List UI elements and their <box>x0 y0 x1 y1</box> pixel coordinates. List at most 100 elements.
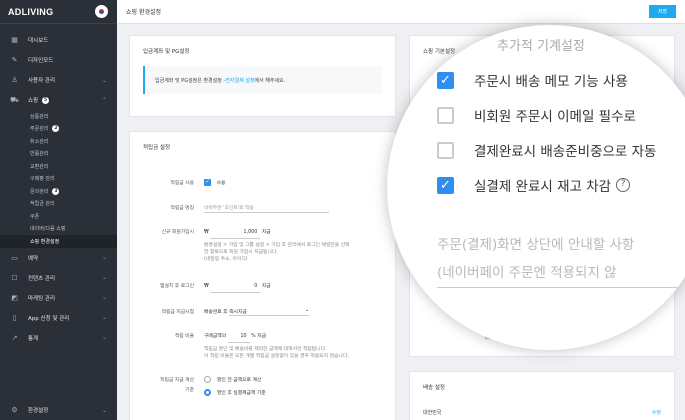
submenu-label: 취소관리 <box>30 138 49 145</box>
select-value: 즉시지급 <box>229 310 247 315</box>
radio-button[interactable] <box>204 376 211 383</box>
help-line: 적립금 할인 및 배송비를 제외한 금액에 대해서만 적립됩니다. <box>204 347 327 352</box>
settings-icon: ⚙ <box>11 406 18 414</box>
sidebar-header: ADLIVING <box>0 0 117 24</box>
sidebar-item-content[interactable]: ☐ 컨텐츠 관리 ⌄ <box>0 268 117 288</box>
checkbox[interactable] <box>437 106 454 124</box>
submenu-item[interactable]: 쇼핑 환경설정 <box>0 235 117 248</box>
field-value: 할인 전 금액으로 계산 할인 후 실결제금액 기준 <box>204 376 266 396</box>
country-label: 대한민국 <box>423 410 442 416</box>
submenu-item[interactable]: 적립금 관리 <box>30 198 117 211</box>
submenu-item[interactable]: 네이버/다음 쇼핑 <box>30 223 117 236</box>
card-title: 입금계좌 및 PG설정 <box>143 49 190 55</box>
sidebar-item-stats[interactable]: ↗ 통계 ⌄ <box>0 328 117 348</box>
card-title: 배송 설정 <box>423 385 445 391</box>
login-points-input[interactable]: 0 <box>210 284 261 293</box>
sidebar-item-label: 예약 <box>28 255 39 262</box>
sidebar-item-dashboard[interactable]: ▦ 대시보드 <box>0 30 117 50</box>
submenu-item[interactable]: 취소관리 <box>30 135 117 148</box>
sidebar-item-user[interactable]: ♙ 사용자 관리 ⌄ <box>0 70 117 90</box>
submenu-label: 교환관리 <box>30 163 49 170</box>
option-delivery-memo[interactable]: ✓ 주문시 배송 메모 기능 사용 <box>437 70 628 90</box>
top-bar: 쇼핑 환경설정 저장 <box>117 0 685 24</box>
help-line: 이 적립 비율은 모든 개별 적립금 설정없이 있을 경우 적용되지 않습니다. <box>204 354 349 359</box>
submenu-label: 적립금 관리 <box>30 201 55 208</box>
sidebar-item-label: 디자인모드 <box>28 58 54 64</box>
points-settings-card: 적립금 설정 적립금 사용 ✓ 사용 적립금 명칭 비워두면 '포인트'로 적용… <box>129 131 396 420</box>
sidebar-item-label: 통계 <box>28 335 39 342</box>
submenu-label: 쿠폰 <box>30 213 40 220</box>
field-value: 구매금액의 10 % 지급 적립금 할인 및 배송비를 제외한 금액에 대해서만… <box>204 332 349 360</box>
submenu-item[interactable]: 상품관리 <box>30 110 117 123</box>
count-badge: 3 <box>52 187 60 195</box>
unit-label: 지급 <box>261 230 271 235</box>
chevron-icon: ⌄ <box>101 76 107 84</box>
timing-select[interactable]: 즉시지급 ⌄ <box>229 308 310 316</box>
checkbox-label: 사용 <box>216 181 226 186</box>
sidebar-menu: ▦ 대시보드 ✎ 디자인모드 ♙ 사용자 관리 ⌄ ⛟ 쇼핑 5 ⌃ <box>0 30 117 110</box>
sidebar-item-cart[interactable]: ⛟ 쇼핑 5 ⌃ <box>0 90 117 110</box>
sidebar-menu-secondary: ▭ 예약 ⌄ ☐ 컨텐츠 관리 ⌄ ◩ 마케팅 관리 ⌄ ▯ App 신청 및 관리 ⌄ ↗ 통계 ⌄ <box>0 248 117 348</box>
brand-logo[interactable]: ADLIVING <box>8 7 53 17</box>
save-button[interactable]: 저장 <box>649 5 676 18</box>
calc-option-before[interactable]: 할인 전 금액으로 계산 <box>204 376 266 383</box>
checkbox-checked[interactable]: ✓ <box>437 176 454 194</box>
sidebar-item-label: 환경설정 <box>28 408 49 414</box>
user-icon: ♙ <box>11 76 18 84</box>
notice-text-end: 에서 해주세요. <box>254 77 286 84</box>
field-label: 신규 회원가입시 <box>161 230 194 235</box>
calc-option-after[interactable]: 할인 후 실결제금액 기준 <box>204 389 266 396</box>
checkbox-checked[interactable]: ✓ <box>437 71 454 89</box>
submenu-label: 반품관리 <box>30 151 49 158</box>
edit-link[interactable]: 수정 <box>652 409 661 416</box>
points-use-checkbox[interactable]: ✓ <box>204 179 211 186</box>
chevron-down-icon: ⌄ <box>305 308 310 313</box>
submenu-item[interactable]: 주문관리 2 <box>30 123 117 136</box>
submenu-item[interactable]: 문의관리 3 <box>30 185 117 198</box>
korea-flag-icon[interactable] <box>95 5 108 18</box>
currency-symbol: ₩ <box>204 230 209 235</box>
field-value: 비워두면 '포인트'로 적용 <box>204 204 329 213</box>
help-line: (네일링 주소, 아이디) <box>204 257 248 262</box>
help-line: 한 항목으로 회원 가입시 지급됩니다. <box>204 250 278 255</box>
signup-help-text: 환경설정 > 가입 및 그룹 설정 > 가입 후 관리에서 로그인 채널만을 선… <box>204 242 350 263</box>
signup-points-input[interactable]: 1,000 <box>210 230 261 239</box>
label-line: 적립금 지급 계산 <box>160 378 194 383</box>
checkbox[interactable] <box>437 141 454 159</box>
option-auto-preparing[interactable]: 결제완료시 배송준비중으로 자동 <box>437 140 656 160</box>
count-badge: 5 <box>42 96 50 104</box>
sidebar-item-app[interactable]: ▯ App 신청 및 관리 ⌄ <box>0 308 117 328</box>
sidebar-item-marketing[interactable]: ◩ 마케팅 관리 ⌄ <box>0 288 117 308</box>
points-name-input[interactable]: 비워두면 '포인트'로 적용 <box>204 204 329 213</box>
radio-button-selected[interactable] <box>204 389 211 396</box>
help-icon[interactable]: ? <box>616 178 631 192</box>
notice-placeholder-line2[interactable]: (네이버페이 주문엔 적용되지 않 <box>437 261 617 281</box>
sidebar-item-design[interactable]: ✎ 디자인모드 <box>0 50 117 70</box>
option-stock-deduct[interactable]: ✓ 실결제 완료시 재고 차감 ? <box>437 175 631 195</box>
field-value: ₩ 0 지급 <box>204 282 271 293</box>
submenu-item[interactable]: 구매평 관리 <box>30 173 117 186</box>
chevron-icon: ⌄ <box>101 334 107 341</box>
sidebar-item-calendar[interactable]: ▭ 예약 ⌄ <box>0 248 117 268</box>
cart-icon: ⛟ <box>10 95 19 104</box>
submenu-item[interactable]: 반품관리 <box>30 148 117 161</box>
sidebar-item-settings[interactable]: ⚙ 환경설정 ⌄ <box>0 400 117 420</box>
rate-input[interactable]: 10 <box>227 334 250 343</box>
field-label: 적립금 명칭 <box>170 206 194 211</box>
notice-placeholder-line1[interactable]: 주문(결제)화면 상단에 안내할 사항 <box>437 233 634 253</box>
submenu-item[interactable]: 교환관리 <box>30 160 117 173</box>
option-label: 실결제 완료시 재고 차감 <box>474 179 612 195</box>
content-icon: ☐ <box>11 273 18 282</box>
field-label: 적립금 지급시점 <box>161 310 194 315</box>
option-guest-email[interactable]: 비회원 주문시 이메일 필수로 <box>437 105 636 125</box>
submenu-item[interactable]: 쿠폰 <box>30 210 117 223</box>
app-icon: ▯ <box>12 313 17 322</box>
marketing-icon: ◩ <box>11 293 18 302</box>
notice-text: 입금계좌 및 PG설정은 환경설정 - <box>155 77 226 84</box>
delivery-card: 배송 설정 대한민국 수정 <box>409 371 675 420</box>
sidebar-item-label: 마케팅 관리 <box>28 295 56 302</box>
timing-prefix: 배송완료 후 <box>204 310 228 315</box>
dashboard-icon: ▦ <box>11 36 18 44</box>
sidebar-item-label: 사용자 관리 <box>28 78 56 84</box>
payment-settings-link[interactable]: 전자결제 설정 <box>225 77 254 84</box>
